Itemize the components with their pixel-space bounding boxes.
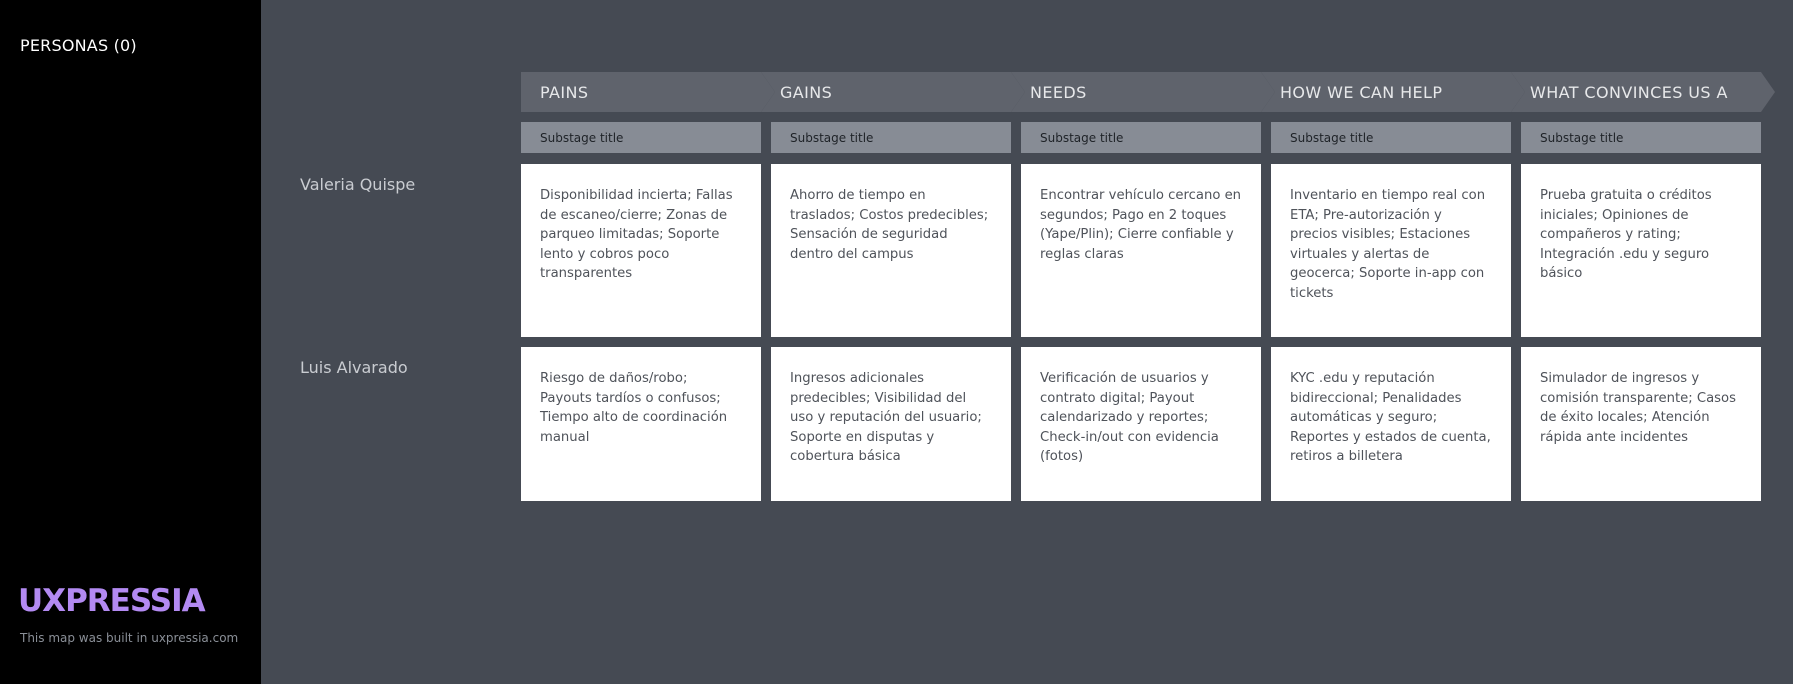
- personas-title[interactable]: PERSONAS (0): [20, 36, 137, 55]
- sidebar: PERSONAS (0) UXPRESSIA This map was buil…: [0, 0, 261, 684]
- map-cell[interactable]: Ahorro de tiempo en traslados; Costos pr…: [771, 164, 1011, 337]
- map-cell[interactable]: Ingresos adicionales predecibles; Visibi…: [771, 347, 1011, 501]
- substage-title[interactable]: Substage title: [771, 122, 1011, 153]
- map-cell[interactable]: Simulador de ingresos y comisión transpa…: [1521, 347, 1761, 501]
- chevron-arrow: [1761, 72, 1775, 112]
- stage-label: WHAT CONVINCES US A: [1530, 82, 1728, 102]
- substage-title[interactable]: Substage title: [1521, 122, 1761, 153]
- map-cell[interactable]: KYC .edu y reputación bidireccional; Pen…: [1271, 347, 1511, 501]
- stage-label: HOW WE CAN HELP: [1280, 82, 1443, 102]
- chevron-arrow: [1261, 72, 1275, 112]
- stage-label: PAINS: [540, 82, 589, 102]
- chevron-arrow: [1011, 72, 1025, 112]
- map-cell[interactable]: Disponibilidad incierta; Fallas de escan…: [521, 164, 761, 337]
- map-cell[interactable]: Prueba gratuita o créditos iniciales; Op…: [1521, 164, 1761, 337]
- map-cell[interactable]: Riesgo de daños/robo; Payouts tardíos o …: [521, 347, 761, 501]
- stage-needs[interactable]: NEEDS: [1011, 72, 1261, 112]
- stage-gains[interactable]: GAINS: [761, 72, 1011, 112]
- chevron-arrow: [1511, 72, 1525, 112]
- stage-pains[interactable]: PAINS: [521, 72, 761, 112]
- persona-name[interactable]: Valeria Quispe: [300, 175, 415, 194]
- persona-name[interactable]: Luis Alvarado: [300, 358, 408, 377]
- chevron-arrow: [761, 72, 775, 112]
- map-cell[interactable]: Encontrar vehículo cercano en segundos; …: [1021, 164, 1261, 337]
- map-cell[interactable]: Verificación de usuarios y contrato digi…: [1021, 347, 1261, 501]
- footer-note: This map was built in uxpressia.com: [20, 631, 239, 645]
- stage-how-we-can-help[interactable]: HOW WE CAN HELP: [1261, 72, 1511, 112]
- substage-title[interactable]: Substage title: [1271, 122, 1511, 153]
- substage-title[interactable]: Substage title: [1021, 122, 1261, 153]
- stage-label: NEEDS: [1030, 82, 1087, 102]
- uxpressia-logo[interactable]: UXPRESSIA: [18, 583, 206, 619]
- map-cell[interactable]: Inventario en tiempo real con ETA; Pre-a…: [1271, 164, 1511, 337]
- stage-what-convinces[interactable]: WHAT CONVINCES US A: [1511, 72, 1761, 112]
- stage-label: GAINS: [780, 82, 833, 102]
- substage-title[interactable]: Substage title: [521, 122, 761, 153]
